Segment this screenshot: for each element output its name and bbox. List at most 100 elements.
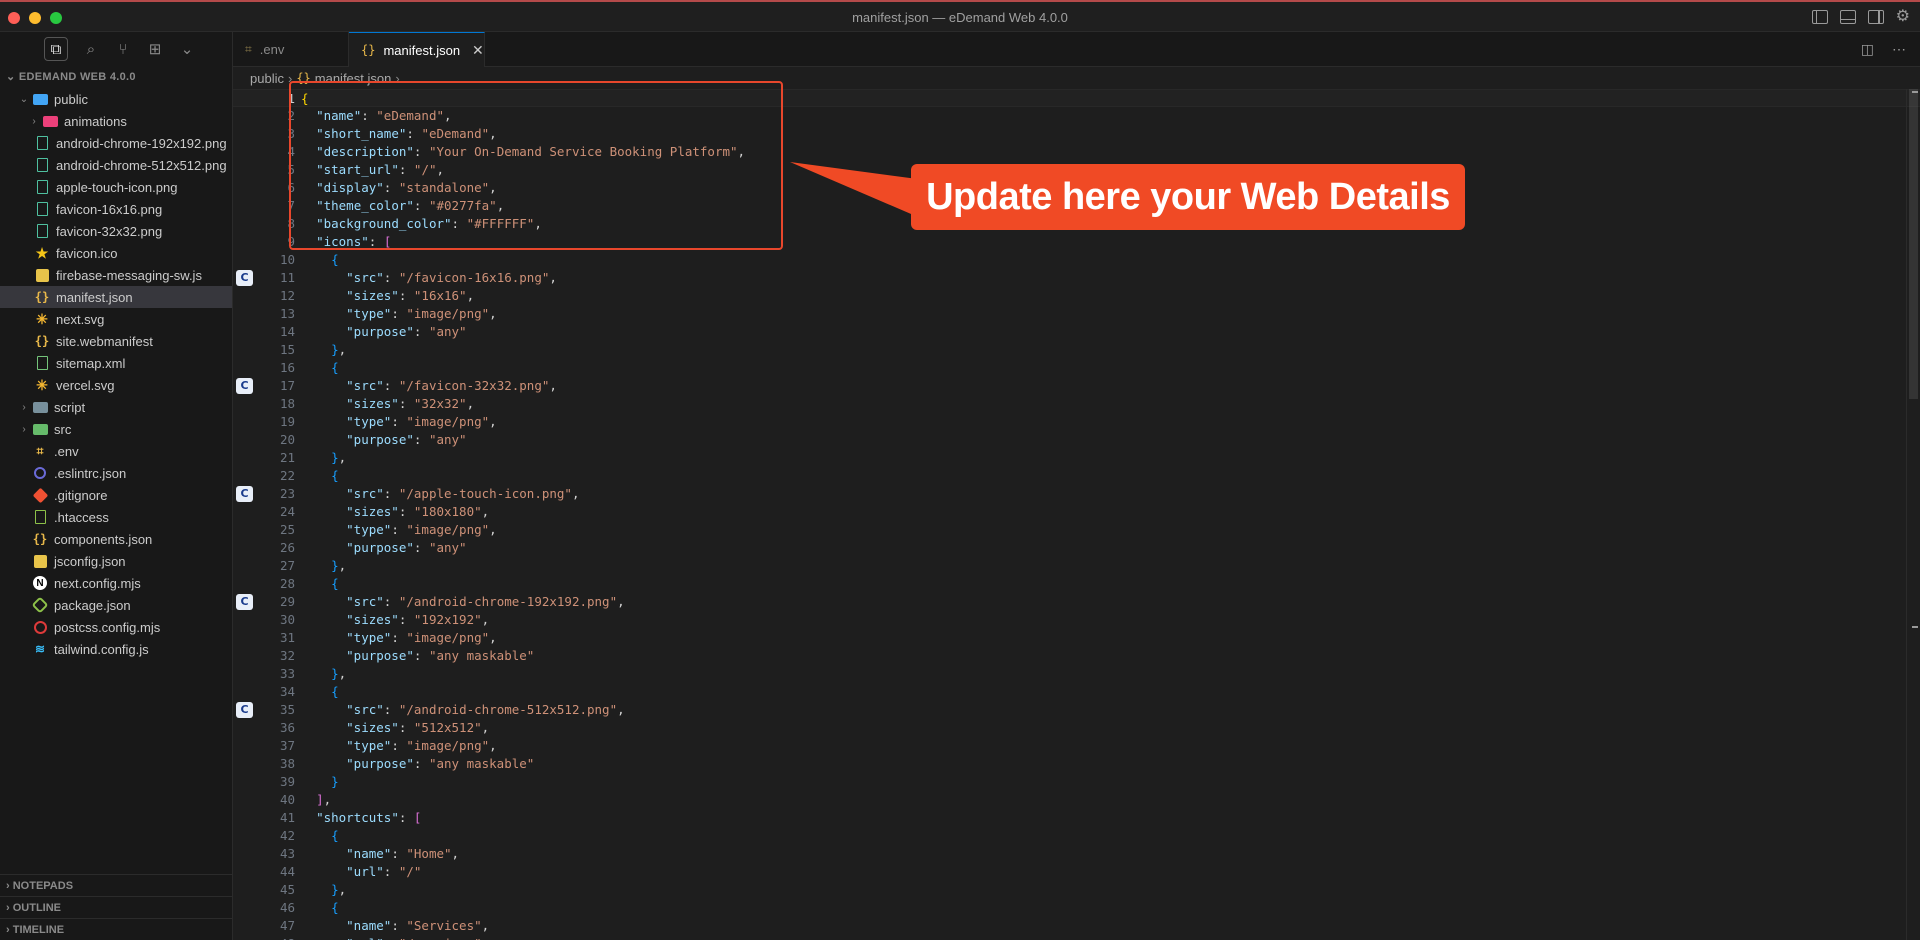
- file-tree-item[interactable]: firebase-messaging-sw.js: [0, 264, 232, 286]
- line-number: 45: [279, 882, 295, 897]
- vscode-window: manifest.json — eDemand Web 4.0.0 ⚙ ⧉ ⌕ …: [0, 0, 1920, 940]
- window-title: manifest.json — eDemand Web 4.0.0: [852, 10, 1068, 25]
- scroll-thumb[interactable]: [1909, 89, 1918, 399]
- color-preview-glyph-icon[interactable]: C: [236, 378, 253, 394]
- line-number: 22: [279, 468, 295, 483]
- file-tree-item[interactable]: favicon-32x32.png: [0, 220, 232, 242]
- code-text: "purpose": "any maskable": [346, 648, 535, 663]
- favicon-file-icon: ★: [35, 244, 49, 261]
- line-number: 21: [279, 450, 295, 465]
- extensions-icon[interactable]: ⊞: [146, 40, 164, 58]
- chevron-down-icon[interactable]: ⌄: [178, 40, 196, 58]
- code-text: ],: [316, 792, 332, 807]
- file-tree-item[interactable]: .eslintrc.json: [0, 462, 232, 484]
- file-tree-item[interactable]: ✳ vercel.svg: [0, 374, 232, 396]
- file-tree-item[interactable]: apple-touch-icon.png: [0, 176, 232, 198]
- file-tree-item[interactable]: {} manifest.json: [0, 286, 232, 308]
- file-tree-label: postcss.config.mjs: [54, 619, 161, 635]
- code-line: 14 "purpose": "any": [233, 323, 1920, 341]
- scroll-marker: [1912, 91, 1918, 93]
- file-tree-item[interactable]: .htaccess: [0, 506, 232, 528]
- file-tree-item[interactable]: android-chrome-192x192.png: [0, 132, 232, 154]
- color-preview-glyph-icon[interactable]: C: [236, 270, 253, 286]
- chevron-down-icon: ⌄: [6, 71, 19, 83]
- file-tree-item[interactable]: .gitignore: [0, 484, 232, 506]
- file-tree-item[interactable]: {} site.webmanifest: [0, 330, 232, 352]
- file-tree-label: .htaccess: [54, 509, 109, 525]
- git-file-icon: [32, 487, 48, 503]
- code-line: 34 {: [233, 683, 1920, 701]
- editor-scrollbar[interactable]: [1906, 89, 1920, 940]
- tab-env[interactable]: ⌗ .env: [233, 32, 349, 67]
- scroll-marker: [1912, 626, 1918, 628]
- toggle-secondary-sidebar-icon[interactable]: [1867, 10, 1884, 24]
- file-tree: ⌄ public › animations android-chrome-192x192…: [0, 88, 232, 660]
- file-tree-item[interactable]: favicon-16x16.png: [0, 198, 232, 220]
- file-tree-label: apple-touch-icon.png: [56, 179, 178, 195]
- code-text: "type": "image/png",: [346, 630, 497, 645]
- code-text: "type": "image/png",: [346, 738, 497, 753]
- color-preview-glyph-icon[interactable]: C: [236, 702, 253, 718]
- code-text: },: [331, 450, 347, 465]
- explorer-sidebar: ⧉ ⌕ ⑂ ⊞ ⌄ ⌄ EDEMAND WEB 4.0.0 ⌄ public › an…: [0, 32, 233, 940]
- file-tree-item[interactable]: ⌄ public: [0, 88, 232, 110]
- file-tree-item[interactable]: jsconfig.json: [0, 550, 232, 572]
- line-number: 29: [279, 594, 295, 609]
- explorer-section-header[interactable]: ⌄ EDEMAND WEB 4.0.0: [0, 66, 232, 88]
- code-text: "src": "/favicon-32x32.png",: [346, 378, 557, 393]
- file-tree-label: next.config.mjs: [54, 575, 141, 591]
- split-editor-icon[interactable]: ◫: [1861, 41, 1874, 58]
- line-number: 15: [279, 342, 295, 357]
- svg-file-icon: ✳: [36, 310, 48, 327]
- file-tree-item[interactable]: ✳ next.svg: [0, 308, 232, 330]
- file-tree-item[interactable]: Nnext.config.mjs: [0, 572, 232, 594]
- color-preview-glyph-icon[interactable]: C: [236, 594, 253, 610]
- close-icon[interactable]: ✕: [472, 42, 484, 59]
- code-line: 47 "name": "Services",: [233, 917, 1920, 935]
- file-tree-item[interactable]: package.json: [0, 594, 232, 616]
- file-tree-item[interactable]: › animations: [0, 110, 232, 132]
- file-tree-item[interactable]: postcss.config.mjs: [0, 616, 232, 638]
- color-preview-glyph-icon[interactable]: C: [236, 486, 253, 502]
- gear-icon[interactable]: ⚙: [1896, 9, 1910, 25]
- code-text: "sizes": "16x16",: [346, 288, 475, 303]
- tab-manifest-json[interactable]: {} manifest.json ✕: [349, 32, 485, 67]
- editor-tab-bar: ⌗ .env {} manifest.json ✕ ◫ ⋯: [233, 32, 1920, 67]
- file-tree-item[interactable]: ★ favicon.ico: [0, 242, 232, 264]
- eslint-file-icon: [32, 465, 48, 481]
- code-text: "name": "Home",: [346, 846, 460, 861]
- breadcrumb-folder[interactable]: public: [250, 71, 284, 86]
- notepads-panel[interactable]: › NOTEPADS: [0, 874, 233, 896]
- file-tree-label: .eslintrc.json: [54, 465, 127, 481]
- more-actions-icon[interactable]: ⋯: [1892, 41, 1906, 58]
- files-icon[interactable]: ⧉: [44, 37, 68, 61]
- file-tree-item[interactable]: android-chrome-512x512.png: [0, 154, 232, 176]
- file-tree-item[interactable]: › src: [0, 418, 232, 440]
- toggle-primary-sidebar-icon[interactable]: [1811, 10, 1828, 24]
- timeline-panel[interactable]: › TIMELINE: [0, 918, 233, 940]
- file-tree-label: firebase-messaging-sw.js: [56, 267, 202, 283]
- file-tree-item[interactable]: › script: [0, 396, 232, 418]
- search-icon[interactable]: ⌕: [82, 40, 100, 58]
- annotation-callout: Update here your Web Details: [911, 164, 1465, 230]
- outline-panel[interactable]: › OUTLINE: [0, 896, 233, 918]
- code-line: 21 },: [233, 449, 1920, 467]
- line-number: 28: [279, 576, 295, 591]
- code-line: 33 },: [233, 665, 1920, 683]
- line-number: 36: [279, 720, 295, 735]
- file-tree-item[interactable]: ⌗ .env: [0, 440, 232, 462]
- file-tree-item[interactable]: sitemap.xml: [0, 352, 232, 374]
- line-number: 47: [279, 918, 295, 933]
- source-control-icon[interactable]: ⑂: [114, 40, 132, 58]
- file-tree-item[interactable]: {} components.json: [0, 528, 232, 550]
- image-file-icon: [34, 135, 50, 151]
- toggle-panel-icon[interactable]: [1839, 10, 1856, 24]
- code-line: 43 "name": "Home",: [233, 845, 1920, 863]
- code-line: C 11 "src": "/favicon-16x16.png",: [233, 269, 1920, 287]
- code-text: "purpose": "any": [346, 540, 467, 555]
- nextjs-file-icon: N: [32, 575, 48, 591]
- file-tree-item[interactable]: ≋ tailwind.config.js: [0, 638, 232, 660]
- tab-label: manifest.json: [383, 42, 461, 58]
- file-tree-label: jsconfig.json: [54, 553, 126, 569]
- file-tree-label: site.webmanifest: [56, 333, 153, 349]
